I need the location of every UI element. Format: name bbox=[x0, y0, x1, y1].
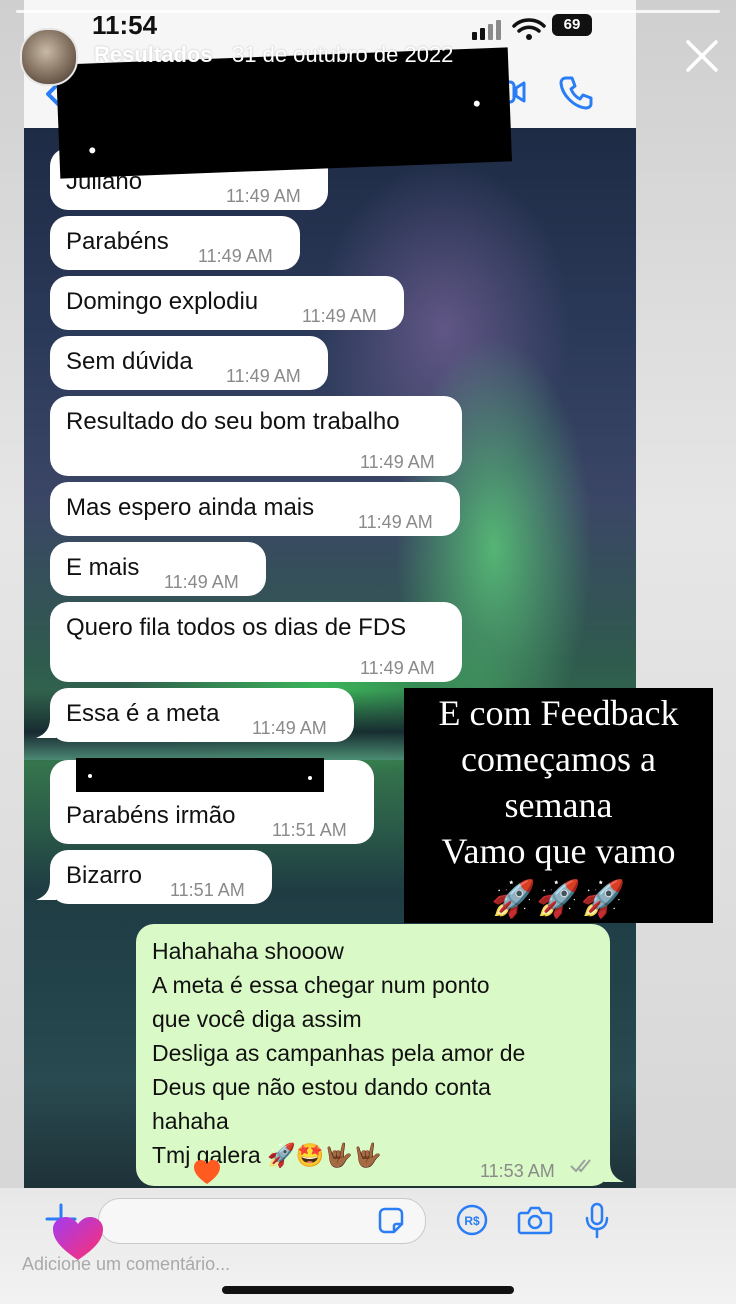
message-time: 11:49 AM bbox=[302, 306, 377, 326]
message-text: Resultado do seu bom trabalho bbox=[66, 408, 400, 435]
phone-call-icon bbox=[559, 76, 593, 110]
caption-line: E com Feedback bbox=[438, 693, 679, 733]
message-time: 11:49 AM bbox=[360, 658, 435, 678]
close-icon[interactable] bbox=[682, 36, 722, 76]
redaction-mark bbox=[308, 776, 312, 780]
rocket-emojis: 🚀🚀🚀 bbox=[491, 879, 626, 919]
redacted-sender-name bbox=[76, 758, 324, 792]
message-time: 11:49 AM bbox=[226, 366, 301, 386]
story-username[interactable]: Resultados bbox=[94, 42, 213, 68]
message-time: 11:49 AM bbox=[252, 718, 327, 738]
message-line: Hahahaha shooow bbox=[152, 938, 344, 964]
svg-text:R$: R$ bbox=[464, 1214, 480, 1228]
read-receipt-icon bbox=[570, 1159, 591, 1173]
message-line: Deus que não estou dando conta bbox=[152, 1074, 491, 1100]
message-text: Bizarro bbox=[66, 862, 143, 889]
incoming-message: Essa é a meta 11:49 AM bbox=[50, 688, 354, 742]
message-time: 11:51 AM bbox=[170, 880, 245, 900]
incoming-message: Domingo explodiu 11:49 AM bbox=[50, 276, 404, 330]
caption-line: começamos a bbox=[461, 739, 656, 779]
message-text: Sem dúvida bbox=[66, 348, 193, 375]
message-text: Parabéns bbox=[66, 228, 169, 255]
heart-reaction-icon bbox=[194, 1160, 220, 1184]
sticker-icon[interactable] bbox=[376, 1206, 406, 1236]
message-text: Parabéns irmão bbox=[66, 802, 236, 829]
heart-icon[interactable] bbox=[50, 1214, 106, 1264]
message-text: Quero fila todos os dias de FDS bbox=[66, 614, 407, 641]
message-time: 11:49 AM bbox=[358, 512, 433, 532]
message-text: Essa é a meta bbox=[66, 700, 220, 727]
message-time: 11:49 AM bbox=[226, 186, 301, 206]
payment-icon[interactable]: R$ bbox=[456, 1204, 488, 1236]
incoming-message: Resultado do seu bom trabalho 11:49 AM bbox=[50, 396, 462, 476]
status-time: 11:54 bbox=[92, 10, 158, 40]
message-line: hahaha bbox=[152, 1108, 229, 1134]
caption-line: semana bbox=[504, 785, 613, 825]
incoming-message: E mais 11:49 AM bbox=[50, 542, 266, 596]
message-time: 11:49 AM bbox=[198, 246, 273, 266]
message-line: que você diga assim bbox=[152, 1006, 362, 1032]
story-view: 31 Juliano 11:49 AM Parabéns 11:49 AM Do… bbox=[0, 0, 736, 1304]
message-text: Domingo explodiu bbox=[66, 288, 259, 315]
message-time: 11:49 AM bbox=[360, 452, 435, 472]
home-indicator bbox=[222, 1286, 514, 1294]
story-caption: E com Feedback começamos a semana Vamo q… bbox=[404, 688, 713, 923]
incoming-message: Quero fila todos os dias de FDS 11:49 AM bbox=[50, 602, 462, 682]
redaction-mark bbox=[473, 100, 480, 107]
message-line: A meta é essa chegar num ponto bbox=[152, 972, 490, 998]
incoming-message: Bizarro 11:51 AM bbox=[50, 850, 272, 904]
story-date: 31 de outubro de 2022 bbox=[232, 42, 454, 67]
microphone-icon[interactable] bbox=[583, 1202, 611, 1240]
battery-indicator: 69 bbox=[552, 14, 592, 36]
redaction-mark bbox=[89, 147, 96, 154]
message-time: 11:53 AM bbox=[480, 1161, 555, 1181]
avatar[interactable] bbox=[20, 28, 78, 86]
message-time: 11:51 AM bbox=[272, 820, 347, 840]
message-text: Mas espero ainda mais bbox=[66, 494, 315, 521]
outgoing-message: Hahahaha shooow A meta é essa chegar num… bbox=[136, 924, 610, 1186]
message-time: 11:49 AM bbox=[164, 572, 239, 592]
redaction-mark bbox=[88, 774, 92, 778]
message-line: Desliga as campanhas pela amor de bbox=[152, 1040, 526, 1066]
camera-icon[interactable] bbox=[517, 1204, 553, 1236]
caption-line: Vamo que vamo bbox=[441, 831, 676, 871]
message-text: E mais bbox=[66, 554, 140, 581]
incoming-message: Parabéns 11:49 AM bbox=[50, 216, 300, 270]
incoming-message: Sem dúvida 11:49 AM bbox=[50, 336, 328, 390]
bubble-tail bbox=[604, 1162, 624, 1182]
incoming-message: Mas espero ainda mais 11:49 AM bbox=[50, 482, 460, 536]
